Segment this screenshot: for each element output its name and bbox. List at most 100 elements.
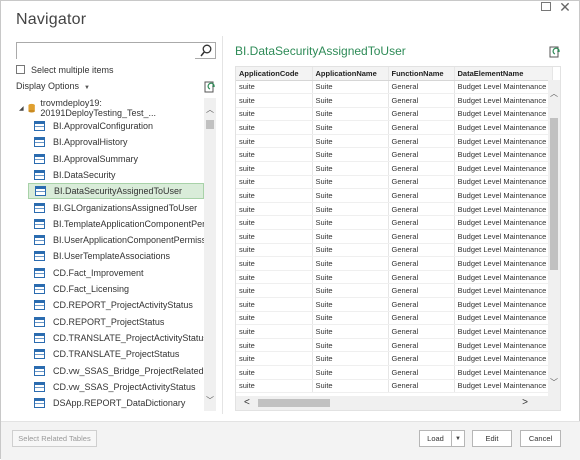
column-header[interactable]: FunctionName (388, 67, 455, 81)
scroll-up-icon[interactable]: ︿ (550, 90, 558, 98)
select-related-tables-button[interactable]: Select Related Tables (12, 430, 97, 447)
display-options-dropdown[interactable]: Display Options ▼ (16, 81, 90, 91)
tree-item[interactable]: BI.TemplateApplicationComponentPermis... (28, 216, 204, 232)
scroll-corner (548, 396, 560, 410)
scroll-thumb[interactable] (258, 399, 330, 407)
edit-button[interactable]: Edit (472, 430, 512, 447)
table-cell: Suite (312, 175, 389, 190)
table-row: suite Suite General Budget Level Maintenanc… (236, 324, 553, 339)
table-cell: Suite (312, 107, 389, 122)
tree-item[interactable]: CD.TRANSLATE_ProjectActivityStatus (28, 330, 204, 346)
tree-item-label: BI.GLOrganizationsAssignedToUser (53, 202, 198, 213)
table-cell: Suite (312, 202, 389, 217)
table-cell: Suite (312, 351, 389, 366)
scroll-thumb[interactable] (206, 120, 214, 129)
table-cell: Budget Level Maintenance Se (454, 134, 553, 149)
table-cell: suite (236, 80, 313, 95)
scroll-down-icon[interactable]: ﹀ (550, 379, 558, 387)
tree-item[interactable]: BI.UserTemplateAssociations (28, 248, 204, 264)
pane-divider[interactable] (222, 36, 223, 414)
tree-item[interactable]: CD.vw_SSAS_ProjectActivityStatus (28, 379, 204, 395)
tree-item[interactable]: BI.ApprovalConfiguration (28, 118, 204, 134)
scroll-left-icon[interactable]: < (244, 397, 250, 409)
restore-icon[interactable] (541, 2, 551, 11)
table-cell: suite (236, 351, 313, 366)
close-icon[interactable]: ✕ (557, 0, 573, 15)
select-multiple-row[interactable]: Select multiple items (16, 63, 114, 76)
scroll-right-icon[interactable]: > (522, 397, 528, 409)
tree-scrollbar[interactable]: ︿ ﹀ (204, 98, 216, 411)
table-cell: Suite (312, 243, 389, 258)
table-cell: General (388, 202, 455, 217)
table-cell: General (388, 351, 455, 366)
tree-item-label: BI.UserTemplateAssociations (53, 251, 171, 262)
table-row: suite Suite General Budget Level Maintenanc… (236, 365, 553, 380)
cancel-button[interactable]: Cancel (520, 430, 561, 447)
table-cell: Budget Level Maintenance Se (454, 283, 553, 298)
tree-item[interactable]: CD.Fact_Improvement (28, 265, 204, 281)
table-cell: Suite (312, 365, 389, 380)
table-row: suite Suite General Budget Level Maintenanc… (236, 283, 553, 298)
scroll-thumb[interactable] (550, 118, 558, 270)
table-row: suite Suite General Budget Level Maintenanc… (236, 175, 553, 190)
table-row: suite Suite General Budget Level Maintenanc… (236, 147, 553, 163)
tree-item[interactable]: CD.REPORT_ProjectActivityStatus (28, 297, 204, 313)
table-cell: General (388, 338, 455, 353)
tree-item[interactable]: CD.vw_SSAS_Bridge_ProjectRelatedProfes..… (28, 363, 204, 379)
grid-vertical-scrollbar[interactable]: ︿ ﹀ (548, 80, 560, 397)
refresh-icon[interactable] (204, 81, 216, 93)
table-cell: Suite (312, 311, 389, 326)
refresh-icon[interactable] (549, 46, 561, 58)
table-cell: General (388, 365, 455, 380)
table-row: suite Suite General Budget Level Maintenanc… (236, 202, 553, 217)
scroll-down-icon[interactable]: ﹀ (206, 397, 214, 405)
search-input[interactable] (17, 45, 195, 61)
tree-root[interactable]: ◢ trovmdeploy19: 20191DeployTesting_Test… (16, 98, 204, 118)
table-icon (34, 121, 45, 131)
table-cell: suite (236, 379, 313, 394)
tree-item[interactable]: CD.TRANSLATE_ProjectStatus (28, 346, 204, 362)
table-cell: Suite (312, 188, 389, 203)
table-icon (34, 365, 45, 376)
tree-item[interactable]: CD.REPORT_ProjectStatus (28, 314, 204, 330)
tree-item[interactable]: BI.ApprovalSummary (28, 151, 204, 167)
tree-item[interactable]: BI.GLOrganizationsAssignedToUser (28, 200, 204, 216)
table-icon (34, 300, 45, 311)
table-cell: Budget Level Maintenance Se (454, 93, 553, 108)
tree-item[interactable]: DSApp.REPORT_DataDictionary (28, 395, 204, 411)
column-header[interactable]: ApplicationCode (236, 67, 313, 81)
tree-item[interactable]: BI.UserApplicationComponentPermissions (28, 232, 204, 248)
table-cell: General (388, 147, 455, 163)
load-dropdown-button[interactable]: ▼ (451, 430, 465, 447)
table-cell: Suite (312, 379, 389, 394)
expand-icon[interactable]: ◢ (19, 105, 28, 112)
table-cell: suite (236, 107, 313, 122)
table-cell: suite (236, 270, 313, 285)
table-cell: General (388, 93, 455, 108)
table-cell: Suite (312, 134, 389, 149)
table-cell: Budget Level Maintenance Se (454, 107, 553, 122)
table-cell: Suite (312, 283, 389, 298)
column-header[interactable]: DataElementName (454, 67, 553, 81)
table-cell: Budget Level Maintenance Se (454, 120, 553, 135)
tree-item-label: CD.Fact_Licensing (53, 284, 130, 294)
scroll-up-icon[interactable]: ︿ (206, 106, 214, 114)
tree-item-label: BI.DataSecurityAssignedToUser (54, 186, 183, 197)
column-header[interactable]: ApplicationName (312, 67, 389, 81)
table-cell: suite (236, 120, 313, 135)
select-multiple-checkbox[interactable] (16, 65, 25, 74)
tree-item-label: CD.vw_SSAS_Bridge_ProjectRelatedProfes..… (53, 365, 204, 376)
table-cell: suite (236, 161, 313, 176)
table-cell: Budget Level Maintenance Se (454, 365, 553, 380)
window-title: Navigator (16, 11, 87, 28)
tree-item[interactable]: CD.Fact_Licensing (28, 281, 204, 297)
preview-title: BI.DataSecurityAssignedToUser (235, 44, 406, 58)
tree-item[interactable]: BI.DataSecurityAssignedToUser (28, 183, 204, 200)
tree-item[interactable]: BI.DataSecurity (28, 167, 204, 183)
grid-horizontal-scrollbar[interactable]: < > (236, 396, 550, 410)
table-cell: Budget Level Maintenance Se (454, 147, 553, 163)
table-icon (34, 251, 45, 262)
tree-item[interactable]: BI.ApprovalHistory (28, 134, 204, 150)
load-button[interactable]: Load (419, 430, 452, 447)
search-icon[interactable] (200, 44, 212, 57)
